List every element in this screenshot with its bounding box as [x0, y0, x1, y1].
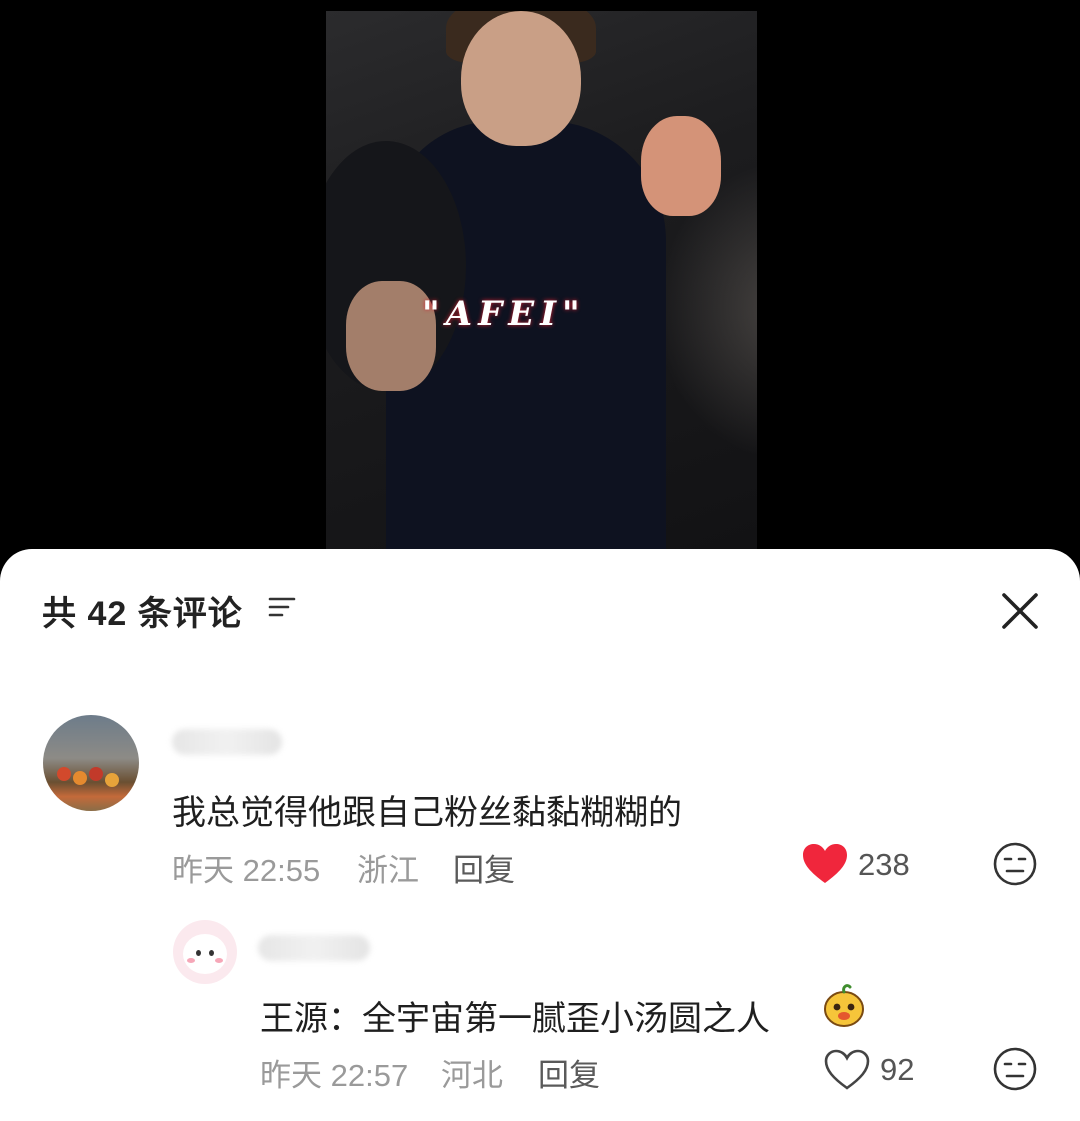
heart-filled-icon[interactable] [802, 843, 848, 885]
avatar-fruit [89, 767, 103, 781]
avatar-fruit [73, 771, 87, 785]
meh-face-icon[interactable] [992, 841, 1038, 887]
video-watermark: "AFEI" [422, 294, 586, 334]
meh-face-icon[interactable] [992, 1046, 1038, 1092]
username-redacted[interactable] [258, 935, 370, 961]
mango-mascot-emoji [824, 984, 864, 1027]
comment-time: 昨天 22:57 [260, 1058, 409, 1093]
video-player[interactable]: "AFEI" [326, 11, 757, 549]
comment-location: 河北 [441, 1058, 503, 1093]
comments-count-title: 共 42 条评论 [42, 595, 243, 633]
avatar-fruit [57, 767, 71, 781]
comment-text: 王源：全宇宙第一腻歪小汤圆之人 [260, 1000, 770, 1038]
comment-text: 我总觉得他跟自己粉丝黏黏糊糊的 [172, 794, 682, 832]
avatar-face [183, 934, 227, 974]
heart-outline-icon[interactable] [824, 1049, 870, 1091]
reply-button[interactable]: 回复 [453, 845, 515, 890]
avatar-cheek [215, 958, 223, 963]
avatar-fruit [105, 773, 119, 787]
username-redacted[interactable] [172, 729, 282, 755]
avatar-eye [209, 950, 214, 956]
avatar-cheek [187, 958, 195, 963]
comment-location: 浙江 [357, 853, 419, 888]
close-icon[interactable] [998, 589, 1042, 633]
comments-sheet: 共 42 条评论 我总觉得他跟自己粉丝黏黏糊糊的 昨天 22:55 浙江 回复 … [0, 549, 1080, 1121]
sort-lines-icon[interactable] [268, 595, 296, 619]
video-person-head [461, 11, 581, 146]
video-waving-hand [641, 116, 721, 216]
comment-time: 昨天 22:55 [172, 853, 321, 888]
like-count: 92 [880, 1052, 915, 1087]
avatar[interactable] [43, 715, 139, 811]
avatar-eye [196, 950, 201, 956]
reply-button[interactable]: 回复 [538, 1050, 600, 1095]
avatar[interactable] [173, 920, 237, 984]
like-count: 238 [858, 847, 910, 882]
